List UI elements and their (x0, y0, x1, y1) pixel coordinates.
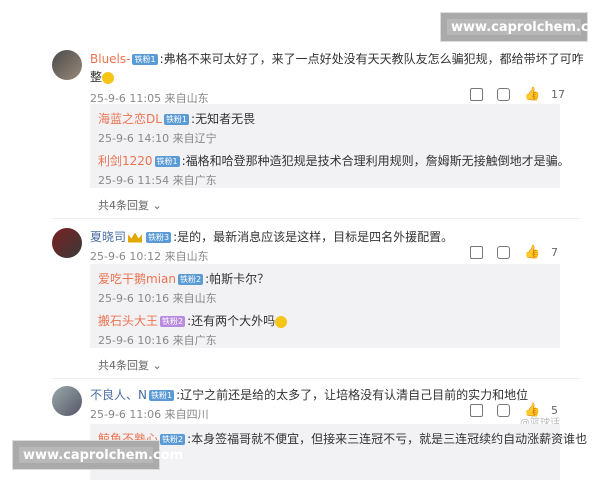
like-icon[interactable]: 👍 (524, 404, 540, 417)
comment-meta: 25-9-6 10:12 来自山东 (90, 250, 209, 263)
fan-badge: 铁粉1 (148, 390, 175, 401)
comment-line: 夏晓司 铁粉3:是的，最新消息应该是这样，目标是四名外援配置。 (90, 228, 453, 246)
like-icon[interactable]: 👍 (524, 246, 540, 259)
comment-line-2: 整 (90, 68, 115, 86)
watermark-text: www.caprolchem.com (451, 20, 600, 35)
watermark-text: www.caprolchem.com (23, 448, 184, 463)
comment-meta: 25-9-6 11:06 来自四川 (90, 408, 209, 421)
reply-line: 搬石头大王 铁粉2:还有两个大外吗 (98, 312, 288, 330)
comment-text: :辽宁之前还是给的太多了，让培格没有认清自己目前的实力和地位 (176, 388, 529, 402)
comment-actions: 👍 5 (470, 404, 558, 417)
reply-meta: 25-9-6 10:16 来自广东 (98, 334, 217, 347)
avatar[interactable] (52, 386, 82, 416)
more-replies-link[interactable]: 共4条回复 ⌄ (98, 357, 162, 373)
reply-text: :福格和哈登那种造犯规是技术合理利用规则，詹姆斯无接触倒地才是骗。 (181, 154, 570, 168)
share-icon[interactable] (470, 404, 483, 417)
username[interactable]: Bluels- (90, 52, 130, 66)
more-replies-link[interactable]: 共4条回复 ⌄ (98, 197, 162, 213)
reply-meta: 25-9-6 10:16 来自山东 (98, 292, 217, 305)
fan-badge: 铁粉2 (177, 274, 204, 285)
reply-username[interactable]: 利剑1220 (98, 154, 153, 168)
like-count: 5 (551, 404, 558, 417)
like-count: 17 (551, 88, 565, 101)
fan-badge: 铁粉1 (132, 54, 158, 65)
reply-meta: 25-9-6 14:10 来自辽宁 (98, 132, 217, 145)
comment-text-2: 整 (90, 70, 103, 84)
comment-text: :是的，最新消息应该是这样，目标是四名外援配置。 (173, 230, 454, 244)
avatar[interactable] (52, 50, 82, 80)
like-count: 7 (551, 246, 558, 259)
emoji-icon (275, 315, 288, 328)
reply-username[interactable]: 搬石头大王 (98, 314, 158, 328)
comment-text: :弗格不来可太好了，来了一点好处没有天天教队友怎么骗犯规，都给带坏了可咋 (159, 52, 584, 66)
more-replies-label: 共4条回复 (98, 199, 149, 212)
comment-icon[interactable] (497, 246, 510, 259)
divider (52, 378, 580, 379)
watermark-bottom: www.caprolchem.com (12, 440, 183, 470)
reply-text: :还有两个大外吗 (187, 314, 276, 328)
reply-text: :无知者无畏 (191, 112, 256, 126)
fan-badge: 铁粉1 (163, 114, 190, 125)
reply-line: 利剑1220 铁粉1:福格和哈登那种造犯规是技术合理利用规则，詹姆斯无接触倒地才是… (98, 152, 570, 170)
more-replies-label: 共4条回复 (98, 359, 149, 372)
fan-badge: 铁粉2 (160, 434, 186, 445)
like-icon[interactable]: 👍 (524, 88, 540, 101)
divider (52, 218, 580, 219)
share-icon[interactable] (470, 88, 483, 101)
reply-text: :本身签福哥就不便宜，但接来三连冠不亏，就是三连冠续约自动涨薪资谁也 (187, 432, 588, 446)
watermark-top: www.caprolchem.com (440, 12, 600, 42)
comment-icon[interactable] (497, 88, 510, 101)
comment-line: Bluels- 铁粉1:弗格不来可太好了，来了一点好处没有天天教队友怎么骗犯规，都… (90, 50, 584, 68)
reply-username[interactable]: 海蓝之恋DL (98, 112, 162, 126)
fan-badge: 铁粉2 (160, 316, 186, 327)
comment-line: 不良人、N 铁粉1:辽宁之前还是给的太多了，让培格没有认清自己目前的实力和地位 (90, 386, 528, 404)
reply-username[interactable]: 爱吃干鹅mian (98, 272, 176, 286)
reply-meta: 25-9-6 11:54 来自广东 (98, 174, 217, 187)
username[interactable]: 夏晓司 (90, 230, 126, 244)
comment-actions: 👍 17 (470, 88, 565, 101)
reply-line: 海蓝之恋DL 铁粉1:无知者无畏 (98, 110, 255, 128)
username[interactable]: 不良人、N (90, 388, 147, 402)
crown-icon (128, 232, 143, 243)
reply-line: 鲸鱼不熟心 铁粉2:本身签福哥就不便宜，但接来三连冠不亏，就是三连冠续约自动涨薪资… (98, 430, 587, 448)
fan-badge: 铁粉1 (154, 156, 180, 167)
comment-icon[interactable] (497, 404, 510, 417)
emoji-icon (102, 71, 115, 84)
reply-line: 爱吃干鹅mian 铁粉2:帕斯卡尔？ (98, 270, 269, 288)
avatar[interactable] (52, 228, 82, 258)
comment-actions: 👍 7 (470, 246, 558, 259)
share-icon[interactable] (470, 246, 483, 259)
fan-badge: 铁粉3 (146, 232, 172, 243)
reply-text: :帕斯卡尔？ (205, 272, 270, 286)
